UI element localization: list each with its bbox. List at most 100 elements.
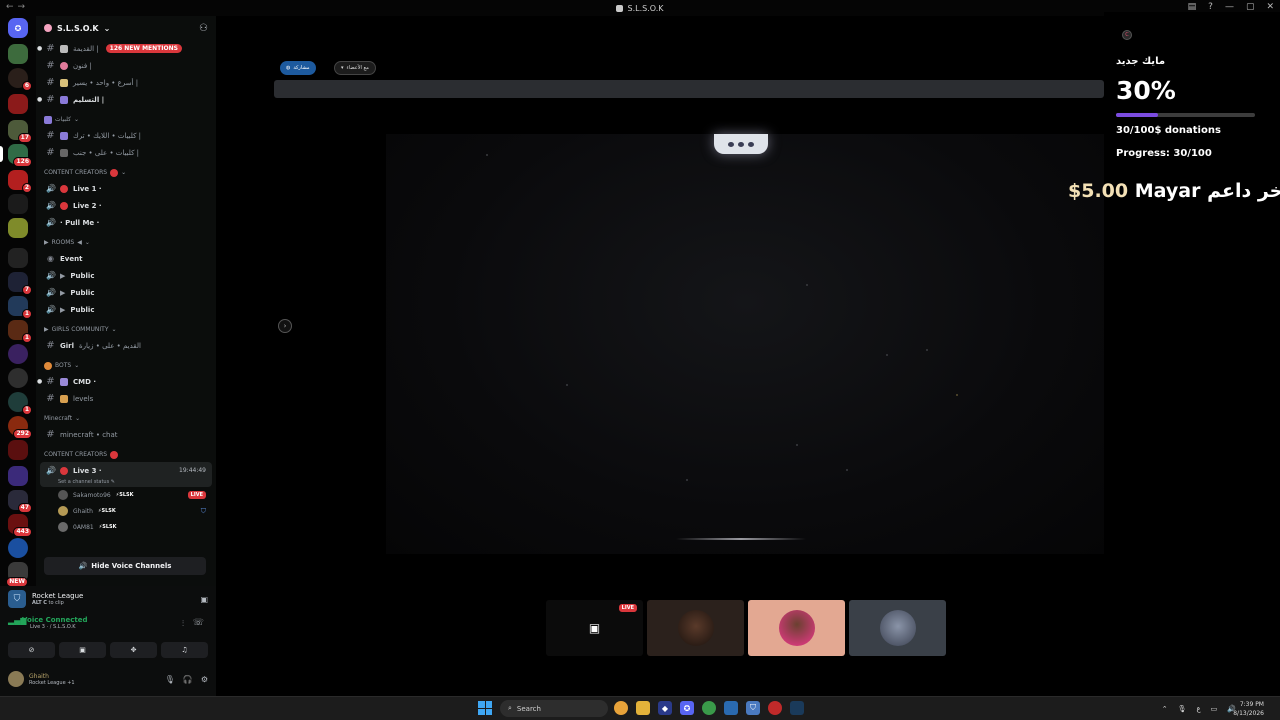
- network-icon[interactable]: ▭: [1211, 705, 1218, 713]
- server-icon[interactable]: 7: [8, 272, 32, 295]
- server-icon[interactable]: 1: [8, 320, 32, 343]
- microphone-icon[interactable]: 🎙: [1178, 705, 1187, 713]
- share-button[interactable]: ◍ مشاركة: [280, 61, 316, 75]
- noise-suppression-icon[interactable]: ⫶: [182, 619, 184, 629]
- disconnect-icon[interactable]: ☏: [193, 618, 204, 628]
- voice-channel-item[interactable]: 🔊 ▶ Public: [36, 284, 216, 301]
- category-header[interactable]: كلبيات ⌄: [36, 112, 216, 127]
- app-icon[interactable]: [768, 701, 782, 715]
- app-icon[interactable]: [724, 701, 738, 715]
- channel-item[interactable]: # levels: [36, 390, 216, 407]
- voice-channel-item[interactable]: 🔊 Live 3 · 19:44:49: [40, 462, 212, 479]
- maximize-button[interactable]: ▢: [1246, 2, 1255, 12]
- taskbar-search[interactable]: ⌕ Search: [500, 700, 608, 717]
- server-icon[interactable]: [8, 368, 28, 388]
- channel-item[interactable]: # كلبيات • اللايك • ترك |: [36, 127, 216, 144]
- server-icon[interactable]: [8, 538, 28, 558]
- server-icon[interactable]: 6: [8, 68, 32, 91]
- screen-share-button[interactable]: ▣: [59, 642, 106, 658]
- server-icon[interactable]: [8, 44, 28, 64]
- minimize-button[interactable]: —: [1225, 2, 1234, 12]
- headphones-icon[interactable]: 🎧: [183, 675, 193, 684]
- event-channel-item[interactable]: ◉ Event: [36, 250, 216, 267]
- channel-item[interactable]: # minecraft • chat: [36, 426, 216, 443]
- server-header[interactable]: S.L.S.O.K ⌄ ⚇: [36, 16, 216, 40]
- gear-icon[interactable]: ⚙: [201, 675, 208, 684]
- chrome-icon[interactable]: [614, 701, 628, 715]
- server-folder-icon[interactable]: [8, 248, 28, 268]
- activity-title: Rocket League: [32, 592, 84, 600]
- voice-channel-item[interactable]: 🔊 ▶ Public: [36, 301, 216, 318]
- category-header[interactable]: CONTENT CREATORS: [36, 447, 216, 462]
- current-server-icon[interactable]: 126: [0, 144, 32, 167]
- avatar[interactable]: [8, 671, 24, 687]
- server-icon[interactable]: 1: [8, 392, 32, 415]
- voice-channel-item[interactable]: 🔊 Live 1 ·: [36, 180, 216, 197]
- active-voice-channel[interactable]: 🔊 Live 3 · 19:44:49 Set a channel status ✎: [40, 462, 212, 487]
- chevron-right-icon[interactable]: ›: [278, 319, 292, 333]
- soundboard-button[interactable]: ♫: [161, 642, 208, 658]
- server-icon[interactable]: [8, 194, 28, 214]
- server-icon[interactable]: NEW: [6, 562, 28, 587]
- server-icon[interactable]: [8, 466, 28, 486]
- activities-button[interactable]: ✥: [110, 642, 157, 658]
- channel-item[interactable]: # أسرع • واحد • يسير |: [36, 74, 216, 91]
- server-icon[interactable]: 443: [8, 514, 32, 537]
- stream-video[interactable]: [386, 134, 1106, 554]
- channel-item[interactable]: ● # التسليم |: [36, 91, 216, 108]
- browser-icon[interactable]: [702, 701, 716, 715]
- chevron-up-icon[interactable]: ⌃: [1162, 705, 1168, 713]
- server-icon[interactable]: 17: [8, 120, 32, 143]
- help-icon[interactable]: ?: [1208, 2, 1213, 12]
- server-icon[interactable]: [8, 218, 28, 238]
- voice-user[interactable]: 0AM81 ⚡SLSK: [36, 519, 216, 535]
- rocket-league-icon[interactable]: ⛉: [746, 701, 760, 715]
- file-explorer-icon[interactable]: [636, 701, 650, 715]
- server-icon[interactable]: 292: [8, 416, 32, 439]
- mentions-badge[interactable]: 126 NEW MENTIONS: [105, 44, 182, 53]
- app-icon[interactable]: ◆: [658, 701, 672, 715]
- clock[interactable]: 7:39 PM 8/13/2026: [1233, 700, 1264, 718]
- stream-tile[interactable]: ▣ LIVE: [546, 600, 643, 656]
- microphone-icon[interactable]: 🎙: [165, 675, 175, 684]
- channel-item[interactable]: ● # القديمة | 126 NEW MENTIONS: [36, 40, 216, 57]
- participant-tile[interactable]: [647, 600, 744, 656]
- voice-channel-item[interactable]: 🔊 Live 2 ·: [36, 197, 216, 214]
- discord-icon[interactable]: ✪: [680, 701, 694, 715]
- server-icon[interactable]: [8, 344, 28, 364]
- channel-item[interactable]: ● # CMD ·: [36, 373, 216, 390]
- close-button[interactable]: ✕: [1266, 2, 1274, 12]
- channel-item[interactable]: # Girl القديم • على • زيارة: [36, 337, 216, 354]
- inbox-icon[interactable]: ▤: [1188, 2, 1197, 12]
- language-indicator[interactable]: ع: [1196, 705, 1200, 713]
- server-icon[interactable]: [8, 440, 28, 460]
- server-icon[interactable]: 47: [8, 490, 32, 513]
- voice-user[interactable]: Ghaith ⚡SLSK ⛉: [36, 503, 216, 519]
- server-icon[interactable]: 1: [8, 296, 32, 319]
- server-folder-icon[interactable]: [8, 94, 28, 114]
- steam-icon[interactable]: [790, 701, 804, 715]
- back-forward-icons[interactable]: ←→: [6, 2, 29, 12]
- channel-status[interactable]: Set a channel status ✎: [40, 479, 212, 487]
- screen-icon[interactable]: ▣: [200, 595, 208, 604]
- windows-start-icon[interactable]: [478, 701, 492, 715]
- voice-user[interactable]: Sakamoto96 ⚡SLSK LIVE: [36, 487, 216, 503]
- channel-item[interactable]: # فنون |: [36, 57, 216, 74]
- server-icon[interactable]: 2: [8, 170, 32, 193]
- category-header[interactable]: Minecraft ⌄: [36, 411, 216, 426]
- voice-channel-item[interactable]: 🔊 ▶ Public: [36, 267, 216, 284]
- camera-off-button[interactable]: ⊘: [8, 642, 55, 658]
- discord-home-icon[interactable]: ✪: [8, 18, 28, 38]
- voice-channel-item[interactable]: 🔊 · Pull Me ·: [36, 214, 216, 231]
- signal-icon[interactable]: ▂▄▆: [8, 616, 26, 625]
- category-header[interactable]: CONTENT CREATORS ⌄: [36, 165, 216, 180]
- category-header[interactable]: BOTS ⌄: [36, 358, 216, 373]
- members-dropdown[interactable]: ▾ مع الأعضاء: [334, 61, 376, 75]
- category-header[interactable]: ▶ Girls Community ⌄: [36, 322, 216, 337]
- add-member-icon[interactable]: ⚇: [199, 23, 208, 34]
- participant-tile[interactable]: [849, 600, 946, 656]
- hide-voice-channels-button[interactable]: 🔊 Hide Voice Channels: [44, 557, 206, 575]
- category-header[interactable]: ▶ ROOMS ◀ ⌄: [36, 235, 216, 250]
- channel-item[interactable]: # كلبيات • على • جنب |: [36, 144, 216, 161]
- participant-tile[interactable]: [748, 600, 845, 656]
